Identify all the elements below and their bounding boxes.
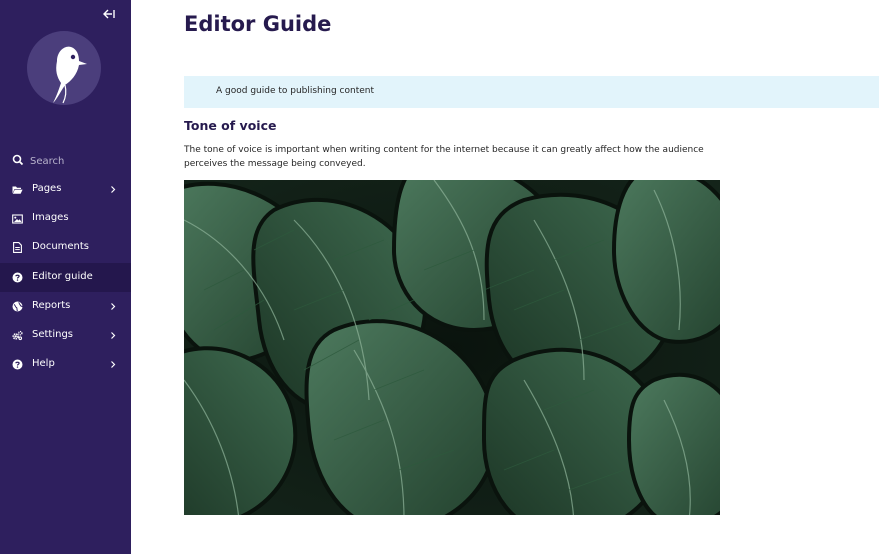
sidebar-item-label: Pages [32, 183, 62, 194]
search-icon [12, 154, 24, 166]
cogs-icon [12, 330, 23, 341]
logo[interactable] [27, 31, 101, 105]
sidebar-item-editor-guide[interactable]: Editor guide [0, 262, 131, 292]
globe-icon [12, 301, 23, 312]
folder-open-icon [12, 184, 23, 195]
sidebar-item-reports[interactable]: Reports [0, 292, 131, 321]
document-icon [12, 242, 23, 254]
section-body-text: The tone of voice is important when writ… [184, 145, 704, 169]
content-image [184, 180, 720, 515]
sidebar-item-pages[interactable]: Pages [0, 175, 131, 204]
sidebar-item-settings[interactable]: Settings [0, 321, 131, 350]
section-heading: Tone of voice [184, 118, 277, 133]
collapse-sidebar-button[interactable] [101, 7, 117, 21]
sidebar-item-label: Help [32, 358, 55, 370]
sidebar-item-help[interactable]: Help [0, 350, 131, 379]
search-input[interactable] [30, 152, 125, 170]
sidebar: Pages Images Documents Editor guide [0, 0, 131, 554]
help-circle-icon [12, 359, 23, 370]
sidebar-item-documents[interactable]: Documents [0, 233, 131, 262]
collapse-arrow-icon [103, 9, 115, 19]
sidebar-item-label: Images [32, 212, 69, 224]
bird-logo-icon [53, 46, 87, 104]
sidebar-menu: Pages Images Documents Editor guide Repo… [0, 175, 131, 379]
app-window: Pages Images Documents Editor guide [0, 0, 890, 554]
intro-text: A good guide to publishing content [216, 86, 375, 96]
chevron-right-icon [111, 186, 116, 193]
main-content: Editor Guide A good guide to publishing … [131, 0, 890, 554]
chevron-right-icon [111, 302, 116, 310]
monstera-leaves-image [184, 180, 720, 515]
chevron-right-icon [111, 332, 116, 339]
sidebar-item-images[interactable]: Images [0, 204, 131, 233]
sidebar-item-label: Settings [32, 328, 74, 340]
sidebar-item-label: Documents [32, 241, 90, 253]
image-icon [12, 213, 23, 224]
chevron-right-icon [111, 361, 116, 369]
sidebar-item-label: Editor guide [32, 270, 93, 282]
help-circle-icon [12, 272, 23, 283]
page-title: Editor Guide [184, 12, 332, 36]
intro-block: A good guide to publishing content [184, 76, 879, 108]
search-bar [0, 150, 131, 172]
sidebar-item-label: Reports [32, 299, 71, 311]
